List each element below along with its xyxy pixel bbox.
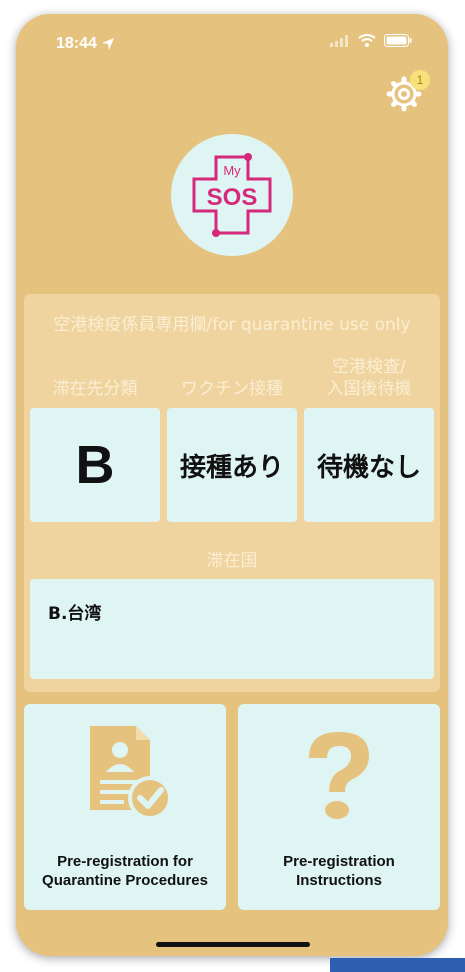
home-indicator[interactable] bbox=[156, 942, 310, 947]
stay-category-value: B bbox=[30, 408, 160, 522]
location-arrow-icon bbox=[101, 38, 114, 50]
column-label-vaccination: ワクチン接種 bbox=[181, 379, 283, 399]
card-label: Pre-registration for Quarantine Procedur… bbox=[42, 853, 208, 889]
pre-registration-instructions-card[interactable]: Pre-registration Instructions bbox=[238, 704, 440, 910]
quarantine-panel: 空港検疫係員専用欄/for quarantine use only 滞在先分類 … bbox=[24, 294, 440, 692]
country-label: 滞在国 bbox=[206, 551, 258, 571]
column-label-stay-category: 滞在先分類 bbox=[52, 379, 138, 399]
app-logo: My SOS bbox=[171, 134, 293, 256]
logo-my-text: My bbox=[223, 163, 241, 178]
overlay-corner-bar bbox=[330, 958, 465, 972]
vaccination-value: 接種あり bbox=[167, 408, 297, 522]
column-label-test-wait: 空港検査/ 入国後待機 bbox=[326, 357, 412, 399]
mysos-logo-icon: My SOS bbox=[192, 153, 272, 237]
panel-title: 空港検疫係員専用欄/for quarantine use only bbox=[53, 315, 411, 335]
cellular-signal-icon bbox=[330, 34, 348, 47]
notification-badge: 1 bbox=[410, 70, 430, 90]
pre-registration-procedures-card[interactable]: Pre-registration for Quarantine Procedur… bbox=[24, 704, 226, 910]
logo-sos-text: SOS bbox=[207, 184, 258, 211]
country-value: B.台湾 bbox=[48, 604, 102, 624]
wifi-icon bbox=[358, 34, 376, 47]
document-person-check-icon bbox=[90, 726, 172, 820]
card-label: Pre-registration Instructions bbox=[283, 853, 395, 889]
country-box: B.台湾 bbox=[30, 579, 434, 679]
question-mark-icon bbox=[309, 732, 369, 819]
status-time: 18:44 bbox=[56, 35, 115, 53]
app-screen: 18:44 1 My SOS 空港検疫係員専用欄/for quarantine … bbox=[16, 14, 448, 956]
settings-button[interactable]: 1 bbox=[386, 70, 430, 112]
test-wait-value: 待機なし bbox=[304, 408, 434, 522]
battery-icon bbox=[384, 34, 412, 47]
status-icons bbox=[330, 34, 412, 47]
